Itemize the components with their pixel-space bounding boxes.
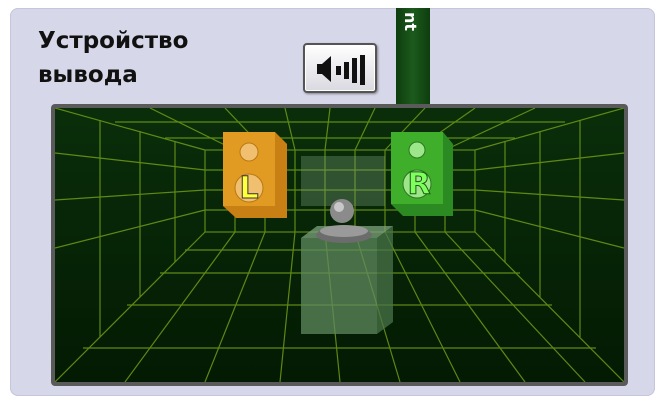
title-line-2: вывода bbox=[38, 62, 138, 88]
tab-label: nt bbox=[401, 12, 420, 32]
speaker-button[interactable] bbox=[303, 43, 377, 93]
right-speaker-label: R bbox=[407, 167, 430, 202]
green-side-tab[interactable]: nt bbox=[396, 8, 430, 106]
right-speaker[interactable]: R bbox=[391, 132, 453, 216]
left-speaker-label: L bbox=[239, 171, 258, 206]
room-grid: L R bbox=[55, 108, 624, 382]
left-speaker[interactable]: L bbox=[223, 132, 287, 218]
speaker-volume-icon bbox=[317, 55, 365, 85]
panel-title: Устройство вывода bbox=[38, 24, 188, 92]
speaker-stage: L R bbox=[51, 104, 628, 386]
title-line-1: Устройство bbox=[38, 28, 189, 54]
back-panel bbox=[301, 156, 385, 206]
